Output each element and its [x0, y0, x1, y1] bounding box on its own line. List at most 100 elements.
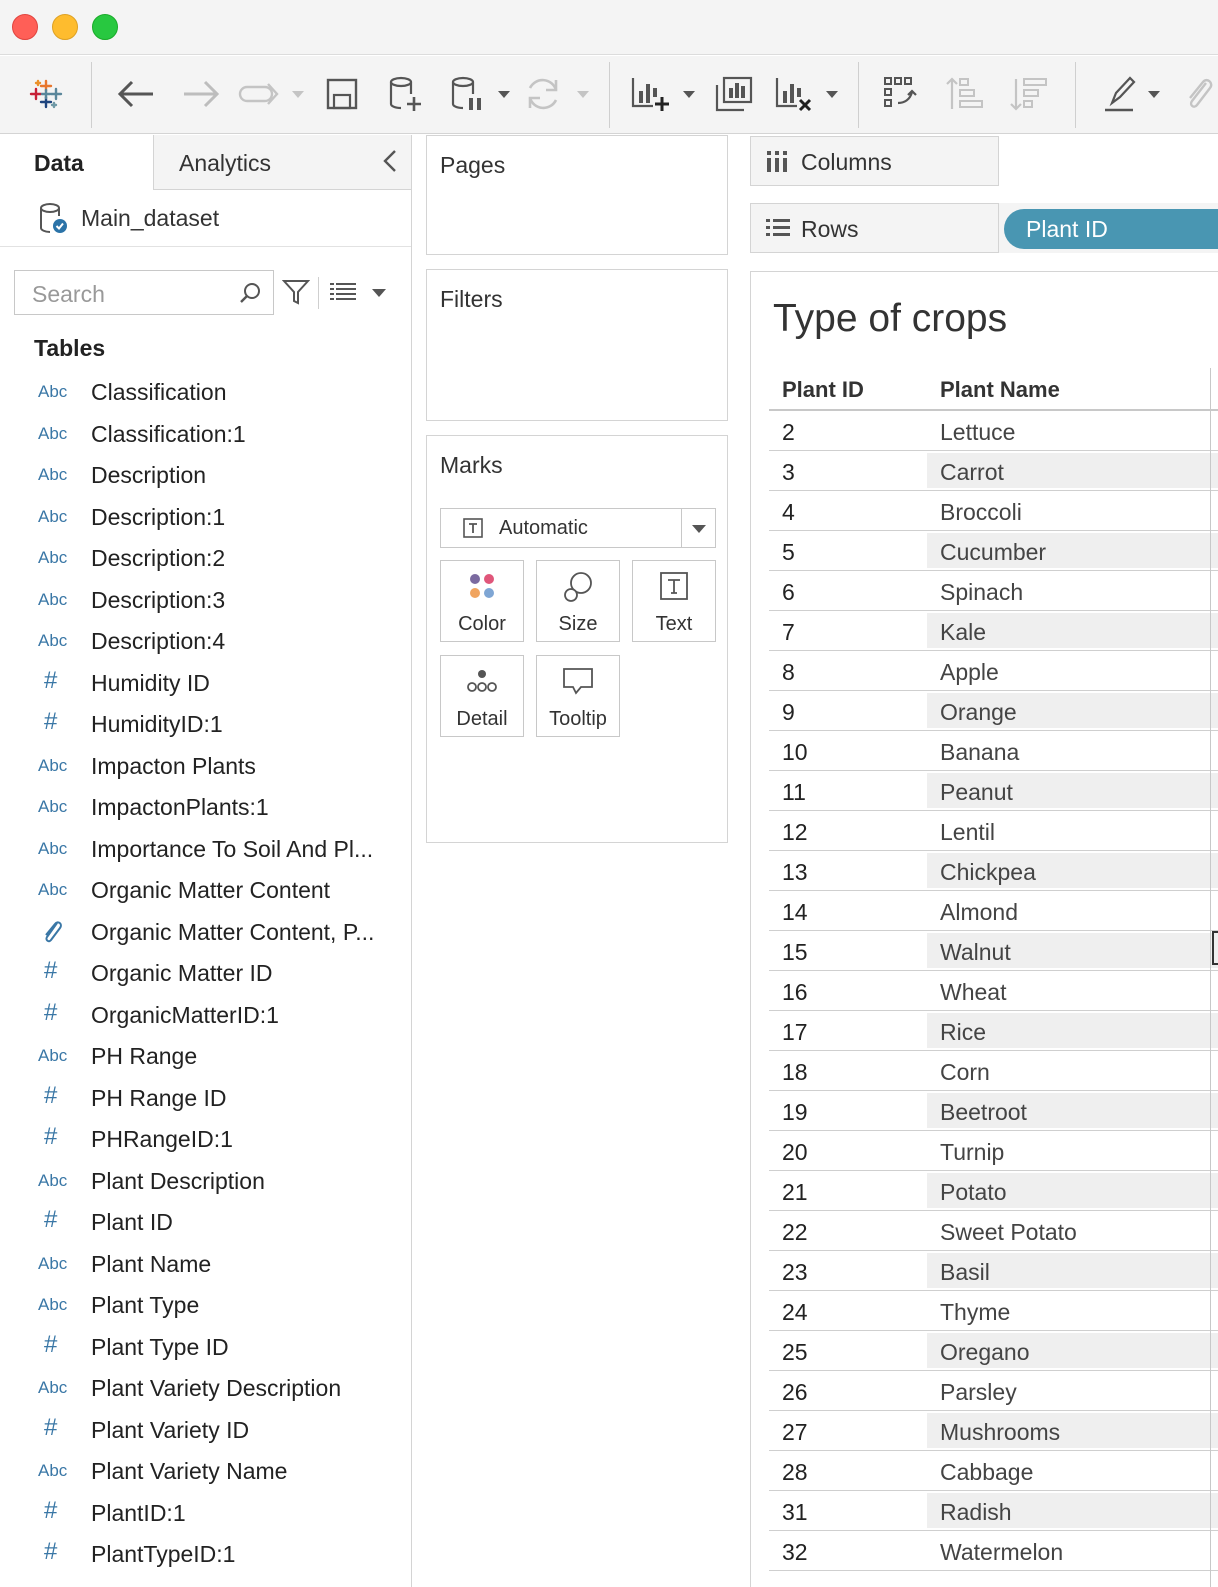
field-item[interactable]: Abc Classification:1	[0, 414, 411, 456]
field-item[interactable]: # OrganicMatterID:1	[0, 995, 411, 1037]
new-datasource-icon[interactable]	[384, 72, 426, 116]
table-row[interactable]: 25 Oregano	[769, 1331, 1218, 1371]
attachment-icon[interactable]	[1180, 72, 1218, 116]
table-row[interactable]: 21 Potato	[769, 1171, 1218, 1211]
datasource-row[interactable]: Main_dataset	[0, 190, 411, 247]
table-row[interactable]: 23 Basil	[769, 1251, 1218, 1291]
table-row[interactable]: 2 Lettuce	[769, 411, 1218, 451]
table-row[interactable]: 3 Carrot	[769, 451, 1218, 491]
field-item[interactable]: Abc Impacton Plants	[0, 746, 411, 788]
size-button[interactable]: Size	[536, 560, 620, 642]
tab-analytics[interactable]: Analytics	[153, 135, 411, 190]
field-item[interactable]: Abc Organic Matter Content	[0, 870, 411, 912]
table-row[interactable]: 27 Mushrooms	[769, 1411, 1218, 1451]
minimize-window-button[interactable]	[52, 14, 78, 40]
search-input[interactable]: Search	[14, 270, 274, 315]
field-item[interactable]: Abc Plant Variety Name	[0, 1451, 411, 1493]
view-options-dropdown[interactable]	[372, 289, 386, 297]
table-row[interactable]: 31 Radish	[769, 1491, 1218, 1531]
table-row[interactable]: 10 Banana	[769, 731, 1218, 771]
field-item[interactable]: Abc Description:2	[0, 538, 411, 580]
pause-updates-icon[interactable]	[446, 72, 488, 116]
highlight-icon[interactable]	[1100, 72, 1140, 116]
field-item[interactable]: Abc Plant Variety Description	[0, 1368, 411, 1410]
clear-sheet-icon[interactable]	[772, 72, 816, 116]
rows-pill-plant-id[interactable]: Plant ID	[1004, 209, 1218, 249]
detail-button[interactable]: Detail	[440, 655, 524, 737]
table-row[interactable]: 5 Cucumber	[769, 531, 1218, 571]
field-item[interactable]: # PlantID:1	[0, 1493, 411, 1535]
chevron-left-icon[interactable]	[382, 148, 398, 174]
table-row[interactable]: 17 Rice	[769, 1011, 1218, 1051]
table-row[interactable]: 28 Cabbage	[769, 1451, 1218, 1491]
swap-icon[interactable]	[880, 72, 924, 116]
list-view-icon[interactable]	[330, 282, 356, 302]
forward-icon[interactable]	[180, 72, 222, 116]
field-item[interactable]: # Organic Matter ID	[0, 953, 411, 995]
field-item[interactable]: # PlantTypeID:1	[0, 1534, 411, 1576]
redo-icon[interactable]	[238, 72, 280, 116]
field-item[interactable]: Abc Description:3	[0, 580, 411, 622]
table-row[interactable]: 7 Kale	[769, 611, 1218, 651]
worksheet-title[interactable]: Type of crops	[773, 297, 1007, 341]
table-row[interactable]: 26 Parsley	[769, 1371, 1218, 1411]
pages-card[interactable]: Pages	[426, 135, 728, 255]
field-item[interactable]: Abc Description:4	[0, 621, 411, 663]
table-row[interactable]: 4 Broccoli	[769, 491, 1218, 531]
field-item[interactable]: # HumidityID:1	[0, 704, 411, 746]
table-row[interactable]: 6 Spinach	[769, 571, 1218, 611]
field-item[interactable]: Abc Description:1	[0, 497, 411, 539]
table-row[interactable]: 15 Walnut	[769, 931, 1218, 971]
table-row[interactable]: 22 Sweet Potato	[769, 1211, 1218, 1251]
header-plant-name[interactable]: Plant Name	[940, 377, 1060, 403]
field-item[interactable]: Abc Plant Name	[0, 1244, 411, 1286]
tab-data[interactable]: Data	[0, 135, 153, 190]
table-row[interactable]: 20 Turnip	[769, 1131, 1218, 1171]
header-plant-id[interactable]: Plant ID	[782, 377, 864, 403]
tooltip-button[interactable]: Tooltip	[536, 655, 620, 737]
field-item[interactable]: # Plant ID	[0, 1202, 411, 1244]
field-item[interactable]: # Humidity ID	[0, 663, 411, 705]
back-icon[interactable]	[115, 72, 157, 116]
table-row[interactable]: 11 Peanut	[769, 771, 1218, 811]
mark-type-dropdown[interactable]: Automatic	[440, 508, 716, 548]
field-item[interactable]: Abc Plant Description	[0, 1161, 411, 1203]
columns-drop-zone[interactable]	[998, 136, 1218, 186]
save-icon[interactable]	[322, 72, 362, 116]
filters-card[interactable]: Filters	[426, 269, 728, 421]
field-item[interactable]: Abc Plant Type	[0, 1285, 411, 1327]
maximize-window-button[interactable]	[92, 14, 118, 40]
table-row[interactable]: 24 Thyme	[769, 1291, 1218, 1331]
text-button[interactable]: Text	[632, 560, 716, 642]
new-worksheet-icon[interactable]	[628, 72, 672, 116]
field-item[interactable]: Abc ImpactonPlants:1	[0, 787, 411, 829]
table-row[interactable]: 18 Corn	[769, 1051, 1218, 1091]
field-item[interactable]: # PH Range ID	[0, 1078, 411, 1120]
column-resize-handle[interactable]	[1212, 931, 1218, 965]
table-row[interactable]: 8 Apple	[769, 651, 1218, 691]
sort-descending-icon[interactable]	[1008, 72, 1052, 116]
tableau-logo-icon[interactable]	[26, 72, 66, 116]
field-item[interactable]: # PHRangeID:1	[0, 1119, 411, 1161]
duplicate-sheet-icon[interactable]	[712, 72, 756, 116]
field-item[interactable]: Abc Importance To Soil And Pl...	[0, 829, 411, 871]
color-button[interactable]: Color	[440, 560, 524, 642]
field-item[interactable]: # Plant Variety ID	[0, 1410, 411, 1452]
field-item[interactable]: Abc Classification	[0, 372, 411, 414]
table-row[interactable]: 16 Wheat	[769, 971, 1218, 1011]
sort-ascending-icon[interactable]	[944, 72, 988, 116]
close-window-button[interactable]	[12, 14, 38, 40]
table-row[interactable]: 12 Lentil	[769, 811, 1218, 851]
table-row[interactable]: 32 Watermelon	[769, 1531, 1218, 1571]
field-item[interactable]: # Plant Type ID	[0, 1327, 411, 1369]
table-row[interactable]: 13 Chickpea	[769, 851, 1218, 891]
columns-shelf[interactable]: Columns	[750, 136, 1218, 186]
field-item[interactable]: Abc Description	[0, 455, 411, 497]
table-row[interactable]: 9 Orange	[769, 691, 1218, 731]
field-item[interactable]: Organic Matter Content, P...	[0, 912, 411, 954]
field-item[interactable]: Abc PH Range	[0, 1036, 411, 1078]
filter-icon[interactable]	[282, 279, 310, 305]
table-row[interactable]: 14 Almond	[769, 891, 1218, 931]
table-row[interactable]: 19 Beetroot	[769, 1091, 1218, 1131]
refresh-icon[interactable]	[522, 72, 564, 116]
